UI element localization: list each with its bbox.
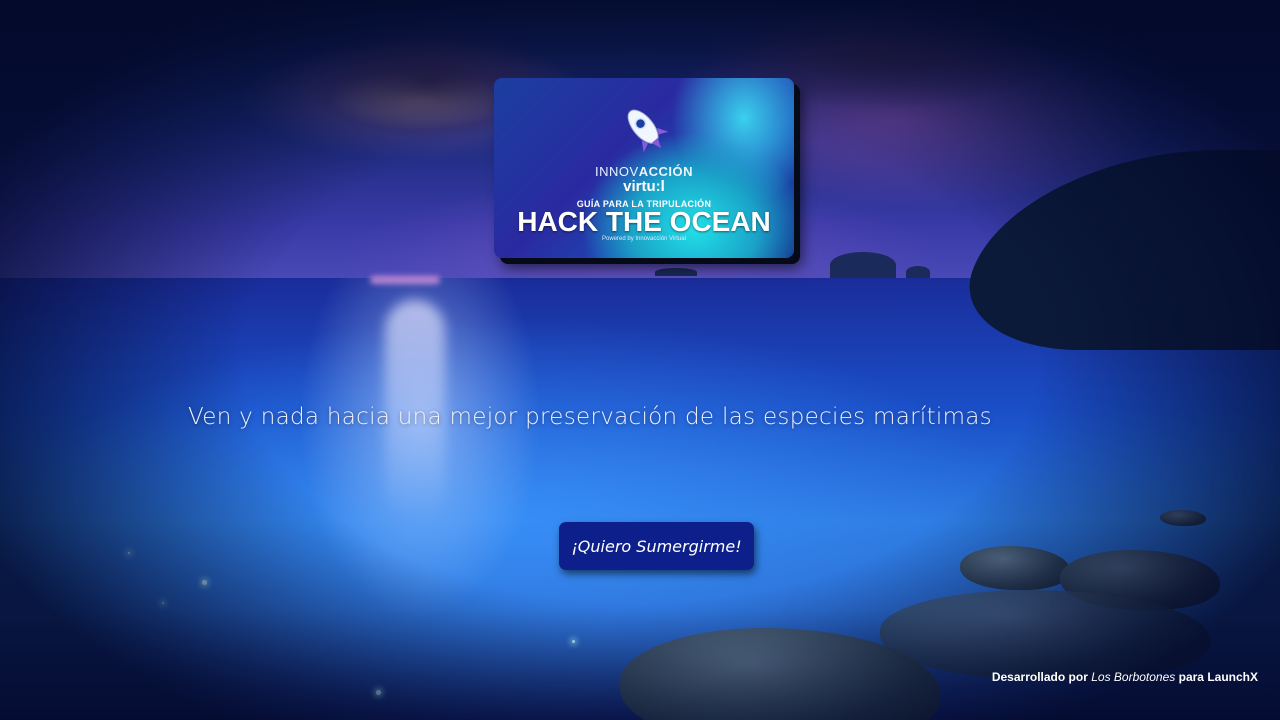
sparkle	[128, 552, 130, 554]
sparkle	[572, 640, 575, 643]
logo-title: HACK THE OCEAN	[517, 206, 771, 237]
logo-virtual: virtu:l	[623, 178, 665, 195]
sparkle	[376, 690, 381, 695]
footer-team-name: Los Borbotones	[1091, 670, 1176, 684]
rocket-icon	[627, 109, 669, 153]
footer-middle: para	[1178, 670, 1204, 684]
hack-the-ocean-logo: INNOVACCIÓN virtu:l GUÍA PARA LA TRIPULA…	[494, 78, 794, 258]
rock	[1160, 510, 1206, 526]
hero-background: INNOVACCIÓN virtu:l GUÍA PARA LA TRIPULA…	[0, 0, 1280, 720]
rock	[960, 546, 1070, 590]
dive-in-button[interactable]: ¡Quiero Sumergirme!	[559, 522, 754, 570]
moon-reflection-glow	[370, 276, 440, 284]
footer-org: LaunchX	[1207, 670, 1258, 684]
sparkle	[202, 580, 207, 585]
sparkle	[162, 602, 164, 604]
logo-innovaccion: INNOVACCIÓN	[595, 164, 693, 179]
hero-tagline: Ven y nada hacia una mejor preservación …	[188, 404, 992, 430]
islet	[906, 266, 930, 278]
footer-credits: Desarrollado por Los Borbotones para Lau…	[992, 670, 1258, 684]
islet	[830, 252, 896, 278]
islet	[655, 268, 697, 276]
logo-powered-by: Powered by Innovacción Virtual	[602, 236, 686, 242]
footer-prefix: Desarrollado por	[991, 670, 1088, 684]
